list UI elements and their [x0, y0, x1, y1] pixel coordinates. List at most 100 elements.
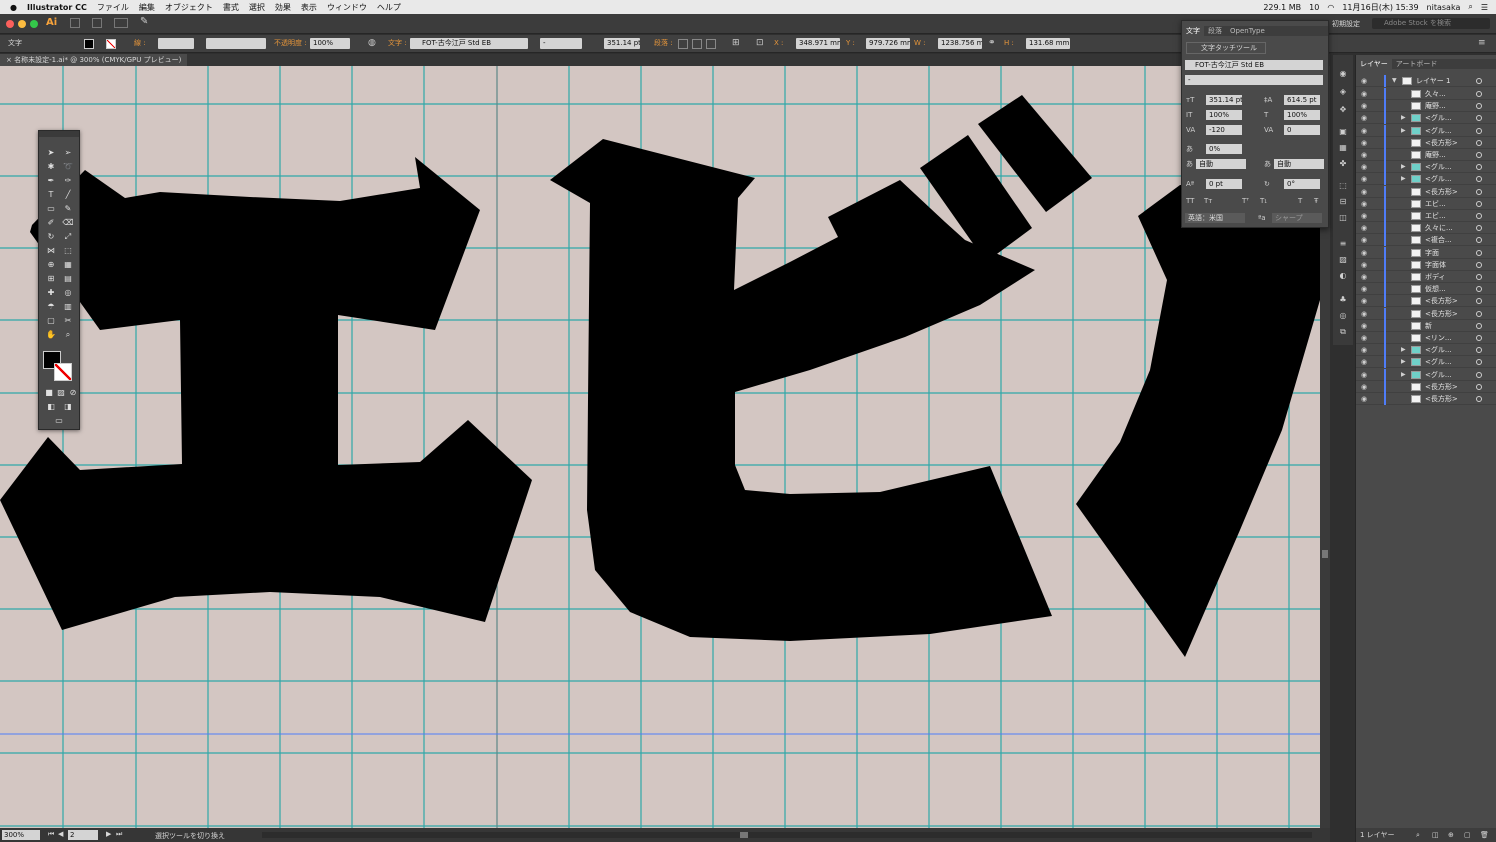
strikethrough-icon[interactable]: Ŧ [1314, 196, 1318, 206]
horizontal-scroll-thumb[interactable] [740, 832, 748, 838]
tab-character[interactable]: 文字 [1182, 26, 1204, 36]
new-sublayer-icon[interactable]: ⊕ [1448, 828, 1454, 842]
shaper-tool-icon[interactable]: ✐ [44, 217, 58, 229]
small-caps-icon[interactable]: Tт [1204, 196, 1212, 206]
target-icon[interactable] [1476, 383, 1482, 390]
glyph-ba[interactable] [1076, 185, 1320, 657]
visibility-eye-icon[interactable]: ◉ [1361, 198, 1371, 210]
expand-group-icon[interactable]: ▶ [1401, 369, 1406, 381]
y-field[interactable]: 979.726 mm [866, 38, 910, 49]
target-icon[interactable] [1476, 298, 1482, 305]
eyedropper-tool-icon[interactable]: ✚ [44, 287, 58, 299]
tab-artboards[interactable]: アートボード [1392, 59, 1442, 69]
none-mode-icon[interactable]: ⊘ [66, 387, 80, 399]
aki-right-field[interactable]: 自動 [1274, 159, 1324, 169]
adobe-stock-search[interactable]: Adobe Stock を検索 [1372, 18, 1490, 29]
scroll-thumb[interactable] [1322, 550, 1328, 558]
draw-inside-icon[interactable]: ◨ [61, 401, 75, 413]
target-icon[interactable] [1476, 200, 1482, 207]
pathfinder-icon[interactable]: ◫ [1338, 213, 1348, 222]
target-icon[interactable] [1476, 237, 1482, 244]
layer-item-row[interactable]: ◉ <リン... [1356, 332, 1496, 344]
opacity-field[interactable]: 100% [310, 38, 350, 49]
line-tool-icon[interactable]: ╱ [61, 189, 75, 201]
wifi-icon[interactable]: ◠ [1327, 3, 1334, 12]
visibility-eye-icon[interactable]: ◉ [1361, 161, 1371, 173]
swatches-icon[interactable]: ▦ [1338, 143, 1348, 152]
layer-item-row[interactable]: ◉ <長方形> [1356, 307, 1496, 320]
graphic-styles-icon[interactable]: ◈ [1338, 87, 1348, 96]
visibility-eye-icon[interactable]: ◉ [1361, 100, 1371, 112]
target-icon[interactable] [1476, 249, 1482, 256]
layer-item-row[interactable]: ◉ 庵野... [1356, 149, 1496, 161]
visibility-eye-icon[interactable]: ◉ [1361, 393, 1371, 405]
layer-item-row[interactable]: ◉ <長方形> [1356, 185, 1496, 198]
stock-button[interactable] [92, 18, 102, 28]
expand-group-icon[interactable]: ▶ [1401, 161, 1406, 173]
target-icon[interactable] [1476, 78, 1482, 84]
font-family-field[interactable]: FOT-古今江戸 Std EB [410, 38, 528, 49]
panel-font-style-field[interactable]: - [1185, 75, 1323, 85]
visibility-eye-icon[interactable]: ◉ [1361, 173, 1371, 185]
paintbrush-tool-icon[interactable]: ✎ [61, 203, 75, 215]
expand-group-icon[interactable]: ▶ [1401, 173, 1406, 185]
first-artboard-icon[interactable]: ⏮ [48, 830, 54, 839]
tsume-field[interactable]: 0% [1206, 144, 1242, 154]
menu-file[interactable]: ファイル [97, 2, 129, 13]
layer-item-row[interactable]: ◉ エビ... [1356, 197, 1496, 210]
target-icon[interactable] [1476, 347, 1482, 354]
align-center-button[interactable] [692, 39, 702, 49]
panel-font-size-field[interactable]: 351.14 pt [1206, 95, 1242, 105]
menu-select[interactable]: 選択 [249, 2, 265, 13]
layer-item-row[interactable]: ◉ ▶ <グル... [1356, 344, 1496, 357]
target-icon[interactable] [1476, 176, 1482, 183]
layer-item-row[interactable]: ◉ ▶ <グル... [1356, 356, 1496, 369]
target-icon[interactable] [1476, 103, 1482, 110]
h-field[interactable]: 131.68 mm [1026, 38, 1070, 49]
panel-menu-icon[interactable]: ≡ [1478, 38, 1486, 48]
expand-layer-icon[interactable]: ▼ [1392, 75, 1397, 87]
layer-item-row[interactable]: ◉ <長方形> [1356, 136, 1496, 149]
shape-builder-tool-icon[interactable]: ⊕ [44, 259, 58, 271]
superscript-icon[interactable]: Tᵀ [1242, 196, 1249, 206]
target-icon[interactable] [1476, 127, 1482, 134]
layer-item-row[interactable]: ◉ 字面体 [1356, 258, 1496, 271]
draw-mode-icon[interactable]: ◧ [44, 401, 58, 413]
selection-tool-icon[interactable]: ➤ [44, 147, 58, 159]
layer-item-row[interactable]: ◉ 仮想... [1356, 283, 1496, 296]
brush-icon[interactable]: ✎ [140, 16, 148, 27]
visibility-eye-icon[interactable]: ◉ [1361, 308, 1371, 320]
font-size-field[interactable]: 351.14 pt [604, 38, 640, 49]
subscript-icon[interactable]: T₁ [1260, 196, 1267, 206]
visibility-eye-icon[interactable]: ◉ [1361, 222, 1371, 234]
transform-icon[interactable]: ⊞ [732, 38, 740, 48]
gradient-tool-icon[interactable]: ▤ [61, 273, 75, 285]
stroke-weight-field[interactable] [158, 38, 194, 49]
target-icon[interactable] [1476, 91, 1482, 97]
horizontal-scale-field[interactable]: 100% [1284, 110, 1320, 120]
appearance-icon[interactable]: ◉ [1338, 69, 1348, 78]
target-icon[interactable] [1476, 261, 1482, 268]
zoom-window-button[interactable] [30, 20, 38, 28]
target-icon[interactable] [1476, 371, 1482, 378]
underline-icon[interactable]: T [1298, 196, 1302, 206]
font-style-field[interactable]: - [540, 38, 582, 49]
leading-field[interactable]: 614.5 pt [1284, 95, 1320, 105]
prev-artboard-icon[interactable]: ◀ [58, 830, 63, 838]
type-tool-icon[interactable]: T [44, 189, 58, 201]
visibility-eye-icon[interactable]: ◉ [1361, 271, 1371, 283]
antialias-select[interactable]: シャープ [1272, 213, 1322, 223]
character-rotation-field[interactable]: 0° [1284, 179, 1320, 189]
layer-item-row[interactable]: ◉ エビ... [1356, 210, 1496, 222]
hand-tool-icon[interactable]: ✋ [44, 329, 58, 341]
visibility-eye-icon[interactable]: ◉ [1361, 283, 1371, 295]
rotate-tool-icon[interactable]: ↻ [44, 231, 58, 243]
lasso-tool-icon[interactable]: ➰ [61, 161, 75, 173]
perspective-grid-tool-icon[interactable]: ▦ [61, 259, 75, 271]
stroke-color-box[interactable] [54, 363, 72, 381]
scale-tool-icon[interactable]: ⤢ [61, 231, 75, 243]
layers-panel-icon[interactable]: ◎ [1338, 311, 1348, 320]
target-icon[interactable] [1476, 274, 1482, 280]
apple-icon[interactable]: ● [10, 3, 17, 12]
menu-edit[interactable]: 編集 [139, 2, 155, 13]
